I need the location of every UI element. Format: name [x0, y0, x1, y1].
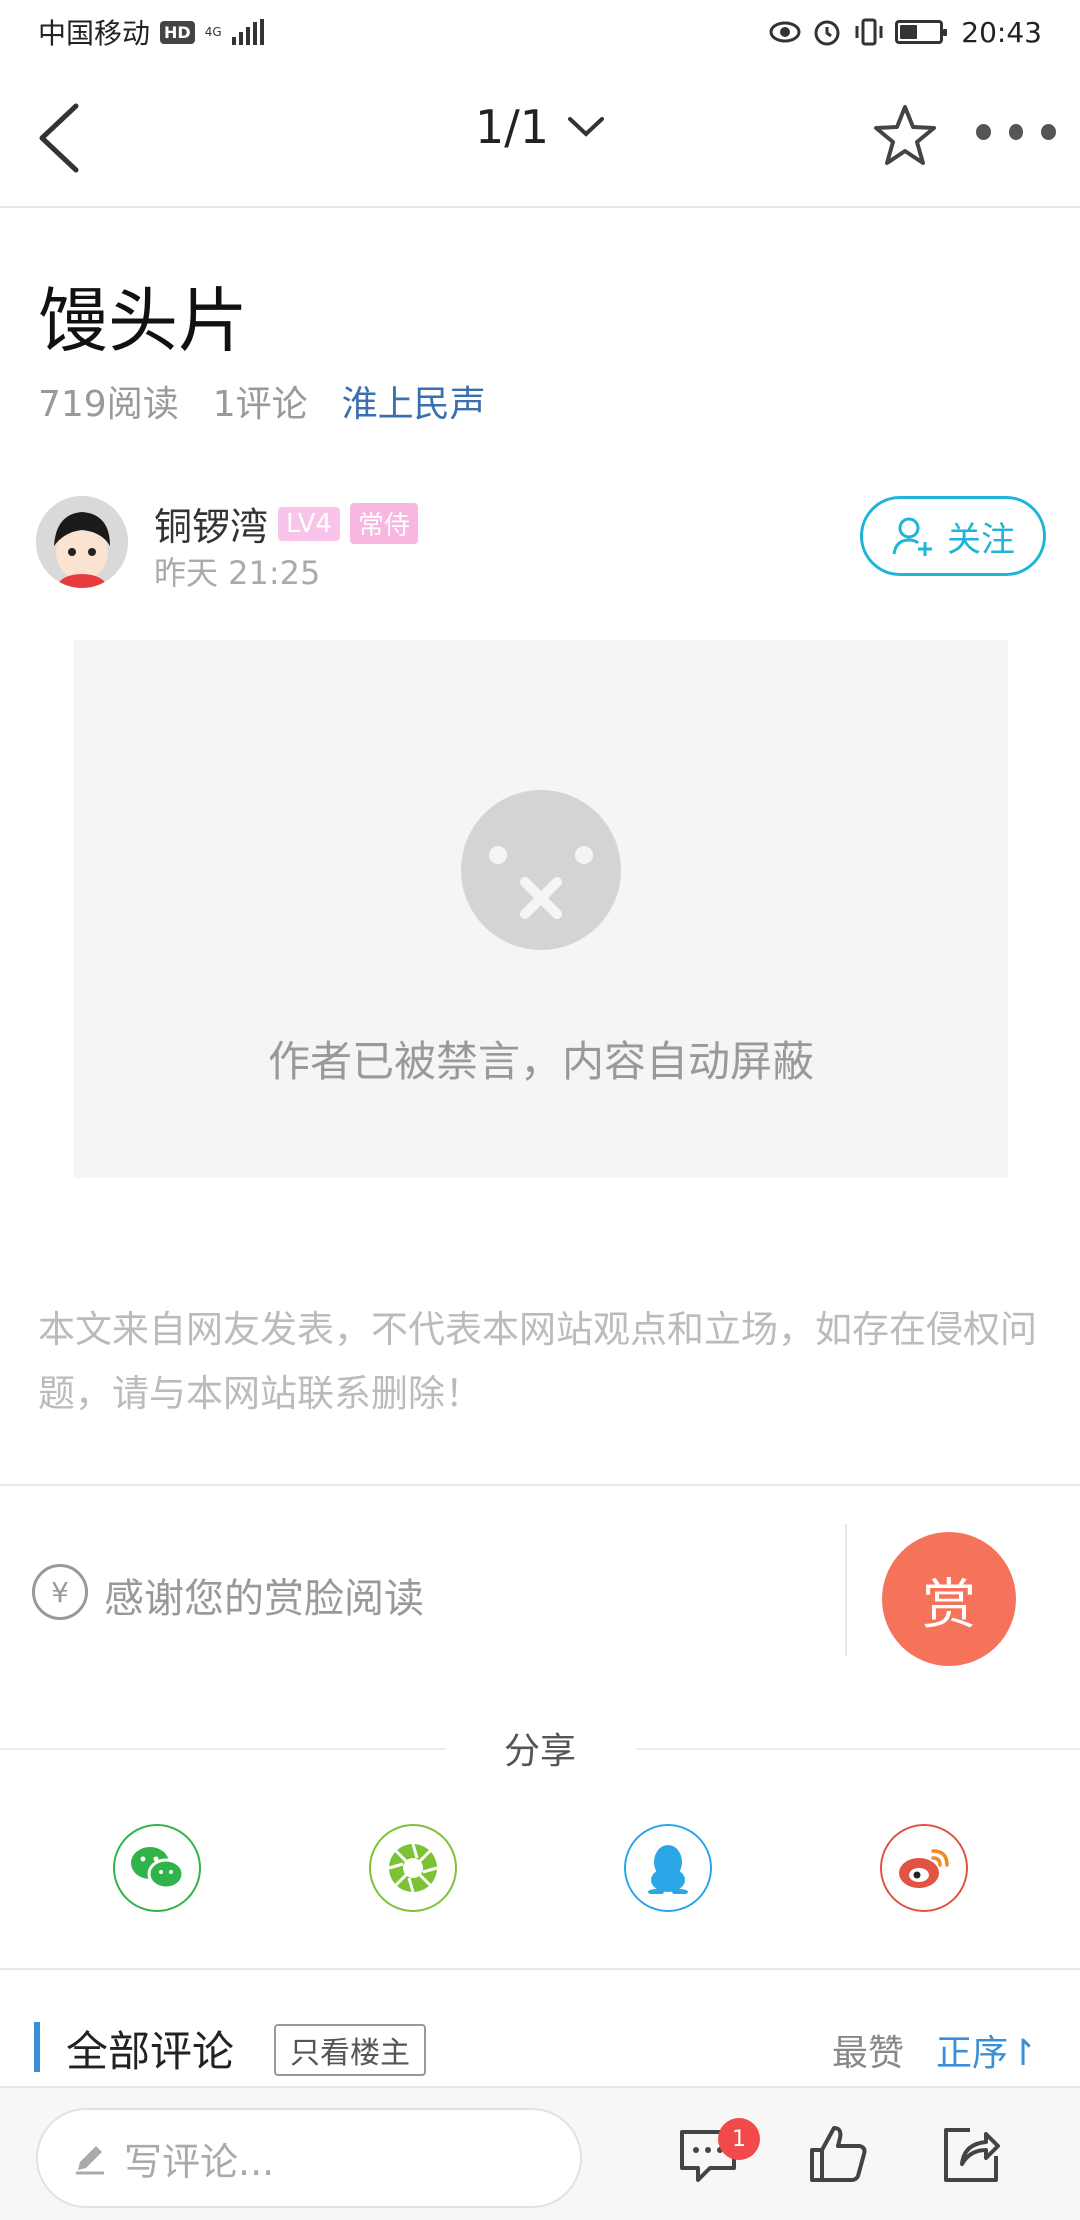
share-row	[0, 1824, 1080, 1914]
nav-bar: 1/1	[0, 64, 1080, 208]
follow-label: 关注	[947, 519, 1015, 560]
reward-divider	[845, 1524, 847, 1656]
reward-section: ¥ 感谢您的赏脸阅读 赏	[0, 1488, 1080, 1698]
sort-order-button[interactable]: 正序↾	[936, 2024, 1038, 2076]
status-bar: 中国移动 HD 4G 20:43	[0, 0, 1080, 64]
author-name[interactable]: 铜锣湾	[154, 496, 268, 551]
post-time: 昨天 21:25	[154, 554, 321, 592]
battery-icon	[895, 20, 948, 44]
role-badge: 常侍	[349, 503, 418, 544]
network-type: 4G	[204, 25, 222, 39]
comment-count: 1评论	[212, 384, 308, 425]
unread-badge: 1	[718, 2118, 760, 2160]
moments-icon[interactable]	[369, 1824, 457, 1912]
reward-text: 感谢您的赏脸阅读	[104, 1576, 424, 1622]
section-accent-bar	[34, 2022, 40, 2072]
bottom-bar: 写评论... 1	[0, 2086, 1080, 2220]
article-meta: 719阅读 1评论 淮上民声	[38, 375, 486, 427]
wechat-icon[interactable]	[113, 1824, 201, 1912]
blocked-content: 作者已被禁言，内容自动屏蔽	[74, 640, 1008, 1178]
section-link[interactable]: 淮上民声	[342, 375, 486, 427]
read-count: 719阅读	[38, 384, 179, 425]
more-icon[interactable]	[976, 124, 1057, 148]
chevron-down-icon	[568, 117, 605, 137]
blocked-face-icon	[461, 790, 621, 950]
author-name-line: 铜锣湾 LV4 常侍	[154, 496, 418, 551]
hd-badge: HD	[160, 20, 195, 44]
comment-input-placeholder: 写评论...	[124, 2139, 275, 2184]
vibrate-icon	[853, 16, 885, 48]
page-title: 馒头片	[38, 280, 248, 362]
level-badge: LV4	[278, 506, 340, 541]
alarm-icon	[811, 16, 843, 48]
author-row: 铜锣湾 LV4 常侍 昨天 21:25 关注	[36, 496, 1046, 592]
signal-icon	[231, 19, 264, 45]
follow-button[interactable]: 关注	[860, 496, 1046, 576]
clock: 20:43	[961, 15, 1042, 49]
sort-hot-button[interactable]: 最赞	[832, 2024, 904, 2076]
blocked-message: 作者已被禁言，内容自动屏蔽	[267, 1037, 814, 1086]
star-icon[interactable]	[870, 100, 940, 170]
owner-only-button[interactable]: 只看楼主	[274, 2024, 426, 2076]
avatar[interactable]	[36, 496, 128, 588]
divider	[0, 1968, 1080, 1970]
weibo-icon[interactable]	[880, 1824, 968, 1912]
reward-button[interactable]: 赏	[882, 1532, 1016, 1666]
disclaimer-text: 本文来自网友发表，不代表本网站观点和立场，如存在侵权问题，请与本网站联系删除！	[38, 1308, 1037, 1415]
page-indicator-label: 1/1	[474, 100, 550, 154]
eye-icon	[769, 16, 801, 48]
like-icon[interactable]	[806, 2122, 870, 2186]
comment-input[interactable]: 写评论...	[36, 2108, 582, 2208]
share-icon[interactable]	[940, 2122, 1004, 2186]
share-title: 分享	[503, 1731, 576, 1772]
carrier-name: 中国移动	[38, 17, 151, 50]
yuan-icon: ¥	[32, 1564, 88, 1620]
add-user-icon	[892, 517, 932, 556]
pencil-icon	[76, 2146, 104, 2175]
comments-title: 全部评论	[66, 2027, 235, 2076]
comments-header: 全部评论 只看楼主 最赞 正序↾	[0, 2010, 1080, 2086]
qq-icon[interactable]	[624, 1824, 712, 1912]
divider	[0, 1484, 1080, 1486]
